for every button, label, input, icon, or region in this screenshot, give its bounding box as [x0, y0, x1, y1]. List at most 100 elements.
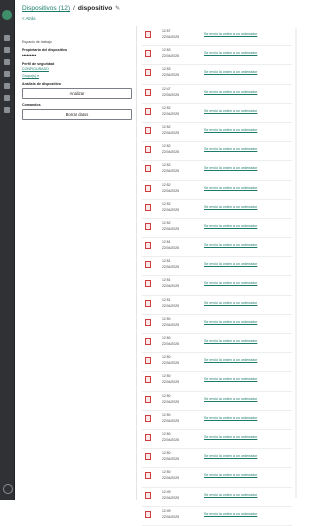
event-link[interactable]: Se envió la orden a un ordenador [204, 70, 257, 74]
event-link[interactable]: Se envió la orden a un ordenador [204, 512, 257, 516]
event-time: 12:52 [162, 163, 171, 168]
event-status-icon [145, 50, 151, 58]
section-divider [136, 26, 137, 500]
event-status-icon [145, 318, 151, 326]
event-date: 22/04/2025 [162, 476, 179, 481]
event-row: 12:50 22/04/2025 Se envió la orden a un or… [142, 449, 292, 469]
delete-data-button[interactable]: Borrar datos [22, 109, 132, 120]
event-link[interactable]: Se envió la orden a un ordenador [204, 397, 257, 401]
device-name: dispositivo [77, 5, 113, 12]
event-status-icon [145, 261, 151, 269]
event-status-icon [145, 203, 151, 211]
event-row: 12:49 22/04/2025 Se envió la orden a un or… [142, 488, 292, 507]
event-time: 12:49 [162, 489, 171, 494]
event-link[interactable]: Se envió la orden a un ordenador [204, 358, 257, 362]
event-link[interactable]: Se envió la orden a un ordenador [204, 454, 257, 458]
settings-icon[interactable] [4, 95, 10, 101]
event-row: 12:52 22/04/2025 Se envió la orden a un or… [142, 123, 292, 143]
event-status-icon [145, 242, 151, 250]
event-link[interactable]: Se envió la orden a un ordenador [204, 435, 257, 439]
event-link[interactable]: Se envió la orden a un ordenador [204, 262, 257, 266]
event-link[interactable]: Se envió la orden a un ordenador [204, 90, 257, 94]
event-time: 12:50 [162, 451, 171, 456]
event-date: 22/04/2025 [162, 188, 179, 193]
event-row: 12:57 22/04/2025 Se envió la orden a un or… [142, 27, 292, 47]
event-time: 12:51 [162, 259, 171, 264]
back-link[interactable]: < Atrás [22, 16, 292, 21]
event-time: 12:50 [162, 316, 171, 321]
event-status-icon [145, 146, 151, 154]
security-profile-link[interactable]: CONFIGURADO [22, 67, 134, 71]
group-dropdown[interactable]: Grupo(s) ▾ [22, 74, 134, 78]
event-link[interactable]: Se envió la orden a un ordenador [204, 51, 257, 55]
event-time: 12:50 [162, 336, 171, 340]
event-time: 12:51 [162, 240, 171, 245]
event-link[interactable]: Se envió la orden a un ordenador [204, 243, 257, 247]
event-date: 22/04/2025 [162, 342, 179, 346]
event-time: 12:50 [162, 374, 171, 379]
owner-label: Propietario del dispositivo [22, 48, 68, 52]
event-link[interactable]: Se envió la orden a un ordenador [204, 339, 257, 343]
app-logo-icon[interactable] [2, 10, 12, 20]
event-link[interactable]: Se envió la orden a un ordenador [204, 281, 257, 285]
event-date: 22/04/2025 [162, 35, 179, 39]
event-status-icon [145, 395, 151, 403]
event-link[interactable]: Se envió la orden a un ordenador [204, 109, 257, 113]
event-time: 12:52 [162, 201, 171, 206]
event-date: 22/04/2025 [162, 284, 179, 289]
event-link[interactable]: Se envió la orden a un ordenador [204, 224, 257, 228]
event-status-icon [145, 338, 151, 345]
scrollbar[interactable] [295, 28, 297, 498]
event-status-icon [145, 491, 151, 499]
event-link[interactable]: Se envió la orden a un ordenador [204, 320, 257, 324]
event-date: 22/04/2025 [162, 246, 179, 251]
event-link[interactable]: Se envió la orden a un ordenador [204, 186, 257, 190]
event-time: 12:50 [162, 412, 171, 417]
workspace-label: Espacio de trabajo [22, 40, 52, 44]
event-status-icon [145, 69, 151, 77]
security-profile-label: Perfil de seguridad [22, 62, 55, 66]
event-row: 12:51 22/04/2025 Se envió la orden a un or… [142, 276, 292, 296]
event-status-icon [145, 88, 151, 96]
account-icon[interactable] [3, 484, 13, 494]
shield-icon[interactable] [4, 71, 10, 77]
event-row: 12:51 22/04/2025 Se envió la orden a un or… [142, 257, 292, 277]
event-link[interactable]: Se envió la orden a un ordenador [204, 377, 257, 381]
event-row: 12:50 22/04/2025 Se envió la orden a un or… [142, 334, 292, 354]
event-link[interactable]: Se envió la orden a un ordenador [204, 301, 257, 305]
event-row: 12:49 22/04/2025 Se envió la orden a un or… [142, 507, 292, 526]
event-date: 22/04/2025 [162, 169, 179, 174]
event-row: 12:50 22/04/2025 Se envió la orden a un or… [142, 411, 292, 430]
event-link[interactable]: Se envió la orden a un ordenador [204, 205, 257, 209]
event-time: 12:52 [162, 182, 171, 187]
event-link[interactable]: Se envió la orden a un ordenador [204, 147, 257, 151]
event-date: 22/04/2025 [162, 73, 179, 78]
event-row: 12:50 22/04/2025 Se envió la orden a un or… [142, 468, 292, 488]
event-date: 22/04/2025 [162, 265, 179, 270]
help-icon[interactable] [4, 107, 10, 113]
event-row: 12:50 22/04/2025 Se envió la orden a un or… [142, 353, 292, 373]
event-status-icon [145, 31, 151, 38]
event-time: 12:52 [162, 220, 171, 225]
home-icon[interactable] [4, 35, 10, 41]
event-date: 22/04/2025 [162, 150, 179, 155]
breadcrumb-separator: / [73, 5, 75, 12]
analyze-button[interactable]: Analizar [22, 88, 132, 99]
event-link[interactable]: Se envió la orden a un ordenador [204, 493, 257, 497]
event-time: 12:52 [162, 124, 171, 129]
event-link[interactable]: Se envió la orden a un ordenador [204, 416, 257, 420]
event-link[interactable]: Se envió la orden a un ordenador [204, 166, 257, 170]
event-time: 12:57 [162, 29, 171, 33]
event-date: 22/04/2025 [162, 437, 179, 442]
chart-icon[interactable] [4, 59, 10, 65]
event-link[interactable]: Se envió la orden a un ordenador [204, 32, 257, 36]
event-link[interactable]: Se envió la orden a un ordenador [204, 128, 257, 132]
edit-icon[interactable]: ✎ [115, 5, 120, 12]
event-row: 12:52 22/04/2025 Se envió la orden a un or… [142, 104, 292, 123]
event-time: 12:53 [162, 67, 171, 72]
event-link[interactable]: Se envió la orden a un ordenador [204, 473, 257, 477]
device-icon[interactable] [4, 47, 10, 53]
event-status-icon [145, 184, 151, 192]
devices-breadcrumb-link[interactable]: Dispositivos (12) [22, 5, 70, 12]
user-icon[interactable] [4, 83, 10, 89]
